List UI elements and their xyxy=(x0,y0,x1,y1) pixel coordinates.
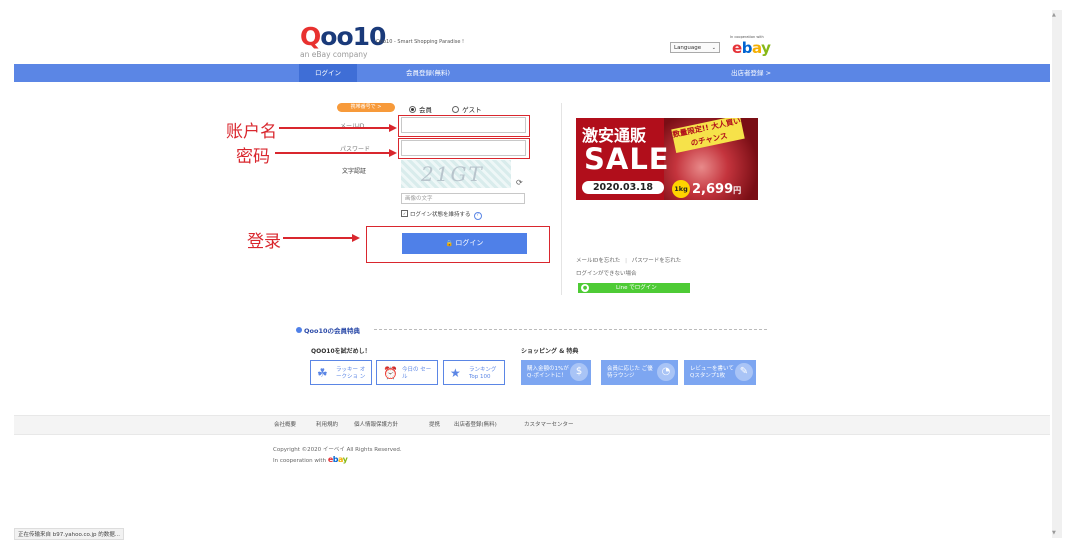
annotation-arrow-password xyxy=(275,152,389,154)
logo-text: Qoo10 xyxy=(300,22,386,51)
review-benefit-button[interactable]: レビューを書いて Qスタンプ1枚 ✎ xyxy=(684,360,756,385)
annotation-box-account xyxy=(398,115,530,137)
captcha-code: 21GT xyxy=(421,162,484,186)
arrow-right-icon xyxy=(352,234,360,242)
annotation-box-login xyxy=(366,226,550,263)
today-sale-label: 今日の セール xyxy=(402,367,432,380)
annotation-arrow-login xyxy=(283,237,352,239)
tab-login[interactable]: ログイン xyxy=(299,64,357,82)
benefits-title: Qoo10の会員特典 xyxy=(296,325,360,335)
footer-ebay-logo: ebay xyxy=(327,455,348,464)
footer-link-privacy[interactable]: 個人情報保護方針 xyxy=(354,416,398,434)
seller-register-link[interactable]: 出店者登録 > xyxy=(731,64,771,82)
main-nav-bar: ログイン 会員登録(無料) 出店者登録 > xyxy=(14,64,1050,82)
login-type-radios: 会員 ゲスト xyxy=(409,104,482,114)
qpoint-benefit-button[interactable]: 購入金額の1%が Q-ポイントに！ $ xyxy=(521,360,591,385)
banner-kg-badge: 1kg xyxy=(672,180,690,198)
ranking-label: ランキング Top 100 xyxy=(469,367,497,380)
refresh-icon[interactable]: ⟳ xyxy=(516,178,523,187)
banner-sale: SALE xyxy=(584,142,670,176)
lounge-benefit-button[interactable]: 会員に応じた ご優待ラウンジ ◔ xyxy=(601,360,678,385)
language-select-value: Language xyxy=(674,45,702,51)
alarm-clock-icon: ⏰ xyxy=(383,366,398,380)
tab-register[interactable]: 会員登録(無料) xyxy=(406,64,450,82)
form-divider xyxy=(561,103,562,295)
chevron-down-icon: ⌄ xyxy=(711,45,716,51)
scroll-down-arrow-icon[interactable]: ▼ xyxy=(1052,530,1056,536)
keep-login-checkbox[interactable]: ✓ xyxy=(401,210,408,217)
browser-status-bar: 正在传输来自 b97.yahoo.co.jp 的数据... xyxy=(14,528,125,540)
captcha-image: 21GT xyxy=(401,160,511,188)
banner-date: 2020.03.18 xyxy=(582,181,664,194)
footer-coop-label: In cooperation with xyxy=(273,458,327,464)
forgot-password-link[interactable]: パスワードを忘れた xyxy=(632,258,682,264)
dollar-icon: $ xyxy=(570,363,588,381)
site-tagline: Qoo10 - Smart Shopping Paradise ! xyxy=(376,39,464,45)
annotation-label-password: 密码 xyxy=(236,147,270,167)
banner-price: 2,699円 xyxy=(692,182,742,197)
help-icon[interactable]: ? xyxy=(473,212,482,220)
line-login-label: Line でログイン xyxy=(616,285,657,291)
captcha-input[interactable]: 画像の文字 xyxy=(401,193,525,204)
vertical-scrollbar[interactable] xyxy=(1052,10,1062,538)
annotation-label-login: 登录 xyxy=(247,232,281,252)
today-sale-button[interactable]: ⏰ 今日の セール xyxy=(376,360,438,385)
footer-link-seller[interactable]: 出店者登録(無料) xyxy=(454,416,497,434)
ebay-logo[interactable]: ebay xyxy=(732,39,771,57)
lounge-benefit-label: 会員に応じた ご優待ラウンジ xyxy=(607,366,653,379)
try-heading: QOO10を試だめし！ xyxy=(311,348,371,355)
footer-link-customer-center[interactable]: カスタマーセンター xyxy=(524,416,574,434)
footer-link-partnership[interactable]: 提携 xyxy=(429,416,440,434)
lucky-auction-button[interactable]: ☘ ラッキー オークショ ン xyxy=(310,360,372,385)
shopping-heading: ショッピング & 特典 xyxy=(521,348,579,355)
line-icon: ● xyxy=(581,284,589,292)
clover-icon: ☘ xyxy=(317,366,328,380)
footer-links-bar: 会社概要 利用規約 個人情報保護方針 提携 出店者登録(無料) カスタマーセンタ… xyxy=(14,415,1050,435)
benefits-divider xyxy=(374,329,767,330)
member-radio[interactable]: 会員 xyxy=(409,105,432,114)
arrow-right-icon xyxy=(389,124,397,132)
copyright-block: Copyright ©2020 イーベイ All Rights Reserved… xyxy=(273,446,402,466)
language-select[interactable]: Language ⌄ xyxy=(670,42,720,53)
arrow-right-icon xyxy=(389,149,397,157)
footer-link-company[interactable]: 会社概要 xyxy=(274,416,296,434)
star-icon: ★ xyxy=(450,366,461,380)
forgot-id-link[interactable]: メールIDを忘れた xyxy=(576,258,620,264)
footer-link-terms[interactable]: 利用規約 xyxy=(316,416,338,434)
qoo10-logo[interactable]: Qoo10 an eBay company xyxy=(300,22,386,59)
cannot-login-link[interactable]: ログインができない場合 xyxy=(576,269,681,277)
phone-login-badge[interactable]: 携帯番号で > xyxy=(337,103,395,112)
keep-login-label: ログイン状態を維持する xyxy=(410,212,471,218)
annotation-label-account: 账户名 xyxy=(226,122,277,142)
ranking-button[interactable]: ★ ランキング Top 100 xyxy=(443,360,505,385)
guest-radio[interactable]: ゲスト xyxy=(452,105,482,114)
line-login-button[interactable]: ● Line でログイン xyxy=(578,283,690,293)
pencil-icon: ✎ xyxy=(735,363,753,381)
scroll-up-arrow-icon[interactable]: ▲ xyxy=(1052,12,1056,18)
sale-banner[interactable]: 激安通販 SALE 2020.03.18 数量限定!! 大人買いのチャンス 1k… xyxy=(576,118,758,200)
pie-chart-icon: ◔ xyxy=(657,363,675,381)
review-benefit-label: レビューを書いて Qスタンプ1枚 xyxy=(690,366,734,379)
logo-subtitle: an eBay company xyxy=(300,50,368,59)
copyright-text: Copyright ©2020 イーベイ All Rights Reserved… xyxy=(273,447,402,453)
account-help-links: メールIDを忘れた | パスワードを忘れた ログインができない場合 xyxy=(576,258,682,277)
lucky-auction-label: ラッキー オークショ ン xyxy=(336,367,366,380)
captcha-label: 文字認証 xyxy=(342,168,367,175)
annotation-box-password xyxy=(398,138,530,159)
keep-login-row[interactable]: ✓ ログイン状態を維持する? xyxy=(401,210,482,220)
qpoint-benefit-label: 購入金額の1%が Q-ポイントに！ xyxy=(527,366,569,379)
annotation-arrow-account xyxy=(279,127,389,129)
